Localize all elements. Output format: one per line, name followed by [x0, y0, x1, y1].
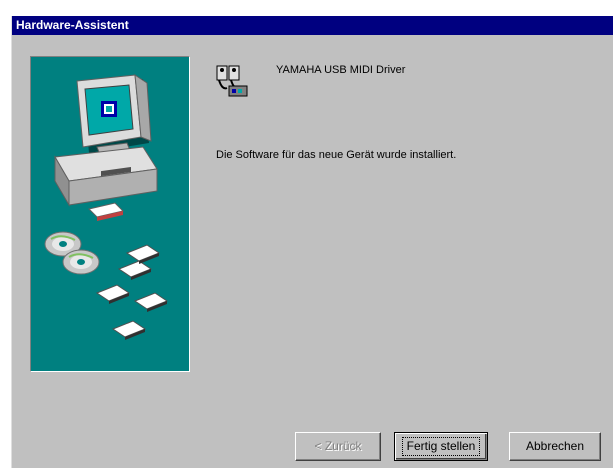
hardware-wizard-dialog: Hardware-Assistent YAMAHA USB MIDI Drive… — [11, 16, 613, 468]
back-button: < Zurück — [295, 432, 381, 461]
top-background-strip — [0, 0, 613, 16]
installation-complete-message: Die Software für das neue Gerät wurde in… — [216, 149, 457, 161]
computer-and-disks-icon — [44, 73, 169, 340]
finish-button[interactable]: Fertig stellen — [394, 432, 488, 461]
window-title[interactable]: Hardware-Assistent — [12, 16, 613, 35]
wizard-illustration — [30, 56, 190, 372]
midi-device-icon — [216, 65, 248, 97]
cancel-button[interactable]: Abbrechen — [509, 432, 601, 461]
finish-button-label: Fertig stellen — [401, 437, 481, 456]
device-name: YAMAHA USB MIDI Driver — [276, 64, 406, 76]
